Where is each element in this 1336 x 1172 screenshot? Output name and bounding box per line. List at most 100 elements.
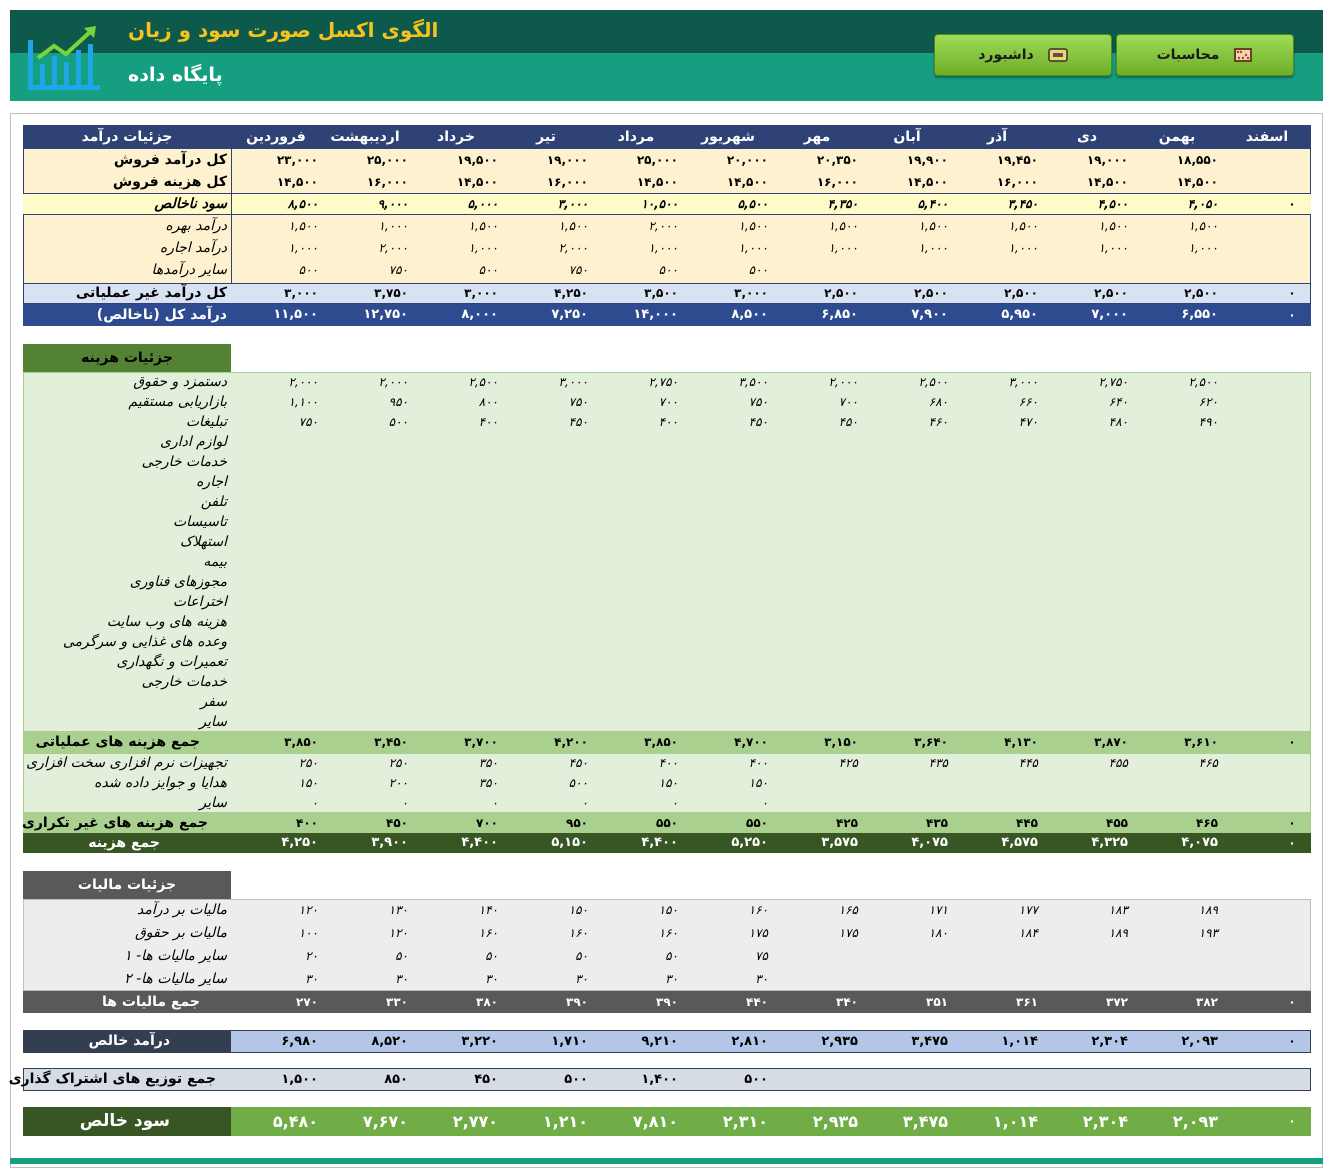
expense-row-label: خدمات خارجی [141,454,227,470]
net-profit-cell: ۲,۳۰۴ [1082,1112,1128,1131]
tax-row-cell: ۱۷۷ [1018,903,1038,917]
expense-row-cell: ۴۵۰ [748,415,768,429]
expense-row-cell: ۶۶۰ [1018,395,1038,409]
gross-profit-cell: ۴,۳۵۰ [827,197,858,211]
rent-income-cell: ۲,۰۰۰ [378,241,408,255]
interest-income-cell: ۱,۵۰۰ [558,219,588,233]
share-distributions-cell: ۸۵۰ [384,1072,408,1087]
interest-income-cell: ۱,۵۰۰ [738,219,768,233]
cost-of-sales-cell: ۱۶,۰۰۰ [546,175,588,189]
nonrecurring-row-cell: ۲۰۰ [388,776,408,790]
month-header-12: اسفند [1245,129,1289,145]
tax-row-label: سایر مالیات ها- ۱ [124,948,227,964]
expense-row-label: وعده های غذایی و سرگرمی [62,634,227,650]
dashboard-button[interactable]: داشبورد [934,34,1112,76]
tax-row-label: مالیات بر حقوق [134,925,227,941]
sales-revenue-cell: ۱۹,۹۰۰ [906,153,948,167]
footer-bar [10,1158,1323,1164]
sales-revenue-cell: ۱۸,۵۵۰ [1176,153,1218,167]
operating-expense-total-cell: ۳,۸۷۰ [1094,735,1128,749]
net-income-cell: ۱,۷۱۰ [551,1034,588,1049]
tax-row-cell: ۳۰ [395,972,408,986]
expense-grand-total-cell: ۴,۰۷۵ [911,835,948,850]
sales-revenue-cell: ۲۵,۰۰۰ [636,153,678,167]
operating-expense-total-label: جمع هزینه های عملیاتی [35,734,200,750]
tax-row-cell: ۱۶۰ [658,926,678,940]
month-header-6: شهریور [701,129,755,145]
gross-profit-cell: ۵,۴۰۰ [917,197,948,211]
share-distributions-cell: ۵۰۰ [744,1072,768,1087]
calculations-button[interactable]: محاسبات [1116,34,1294,76]
net-income-zero: ۰ [1288,1034,1296,1048]
nonop-income-total-cell: ۳,۰۰۰ [464,286,498,300]
gross-profit-cell: ۴,۰۵۰ [1187,197,1218,211]
expense-row-cell: ۷۵۰ [298,415,318,429]
share-distributions-cell: ۴۵۰ [474,1072,498,1087]
nonop-income-total-cell: ۳,۷۵۰ [374,286,408,300]
expense-row-cell: ۷۵۰ [568,395,588,409]
nonop-income-total-cell: ۲,۵۰۰ [824,286,858,300]
tax-total-zero: ۰ [1288,995,1296,1009]
nonrecurring-row-cell: ۴۲۵ [838,756,858,770]
expense-row-cell: ۶۴۰ [1108,395,1128,409]
gross-income-total-cell: ۶,۵۵۰ [1181,307,1218,322]
cost-of-sales-cell: ۱۴,۵۰۰ [636,175,678,189]
interest-income-cell: ۱,۵۰۰ [918,219,948,233]
gross-profit-cell: ۱۰,۵۰۰ [641,197,678,211]
interest-income-cell: ۱,۵۰۰ [468,219,498,233]
nonrecurring-row-cell: ۴۳۵ [928,756,948,770]
net-profit-cell: ۷,۸۱۰ [632,1112,678,1131]
tax-total-cell: ۳۹۰ [566,995,588,1009]
gross-income-total-cell: ۷,۹۰۰ [911,307,948,322]
cost-of-sales-label: کل هزینه فروش [112,174,227,190]
interest-income-cell: ۱,۵۰۰ [1188,219,1218,233]
tax-section-title: جزئیات مالیات [77,877,177,893]
expense-grand-total-cell: ۴,۳۲۵ [1091,835,1128,850]
nonrecurring-total-cell: ۴۴۵ [1016,816,1038,830]
expense-row-label: خدمات خارجی [141,674,227,690]
nonrecurring-row-label: تجهیزات نرم افزاری سخت افزاری [26,755,227,771]
gross-profit-cell: ۵,۰۰۰ [467,197,498,211]
expense-row-cell: ۷۵۰ [748,395,768,409]
tax-row-cell: ۳۰ [575,972,588,986]
rent-income-cell: ۱,۰۰۰ [1008,241,1038,255]
rent-income-cell: ۱,۰۰۰ [288,241,318,255]
share-distributions-cell: ۱,۴۰۰ [641,1072,678,1087]
nonrecurring-row-cell: ۴۵۰ [568,756,588,770]
expense-row-label: بازاریابی مستقیم [128,394,227,410]
nonrecurring-row-cell: ۵۰۰ [568,776,588,790]
interest-income-cell: ۱,۵۰۰ [1008,219,1038,233]
rent-income-cell: ۱,۰۰۰ [468,241,498,255]
app-title: الگوی اکسل صورت سود و زیان [128,18,439,42]
nonrecurring-row-cell: ۲۵۰ [388,756,408,770]
expense-row-cell: ۴۵۰ [838,415,858,429]
tax-row-cell: ۱۵۰ [658,903,678,917]
expense-row-cell: ۴۷۰ [1018,415,1038,429]
nonrecurring-row-cell: ۴۶۵ [1198,756,1218,770]
nonop-income-total-zero: ۰ [1288,286,1296,300]
rent-income-cell: ۱,۰۰۰ [828,241,858,255]
tax-row-cell: ۵۰ [665,949,678,963]
month-header-11: بهمن [1158,129,1196,145]
tax-row-label: مالیات بر درآمد [137,902,227,918]
expense-row-cell: ۲,۵۰۰ [1188,375,1218,389]
tax-row-cell: ۱۴۰ [478,903,498,917]
interest-income-cell: ۱,۵۰۰ [828,219,858,233]
expense-row-cell: ۴۶۰ [928,415,948,429]
expense-row-cell: ۱,۱۰۰ [288,395,318,409]
sales-revenue-cell: ۱۹,۰۰۰ [1086,153,1128,167]
nonrecurring-row-cell: ۳۵۰ [478,756,498,770]
nonrecurring-row-cell: ۳۵۰ [478,776,498,790]
interest-income-cell: ۲,۰۰۰ [648,219,678,233]
other-income-cell: ۵۰۰ [748,263,768,277]
nonrecurring-total-cell: ۵۵۰ [656,816,678,830]
rent-income-cell: ۱,۰۰۰ [1188,241,1218,255]
sales-revenue-cell: ۱۹,۵۰۰ [456,153,498,167]
nonrecurring-total-zero: ۰ [1288,816,1296,830]
sales-revenue-cell: ۱۹,۰۰۰ [546,153,588,167]
tax-row-label: سایر مالیات ها- ۲ [124,971,227,987]
net-income-cell: ۱,۰۱۴ [1001,1034,1038,1049]
other-income-cell: ۵۰۰ [478,263,498,277]
interest-income-cell: ۱,۵۰۰ [288,219,318,233]
expense-row-label: لوازم اداری [160,434,227,450]
